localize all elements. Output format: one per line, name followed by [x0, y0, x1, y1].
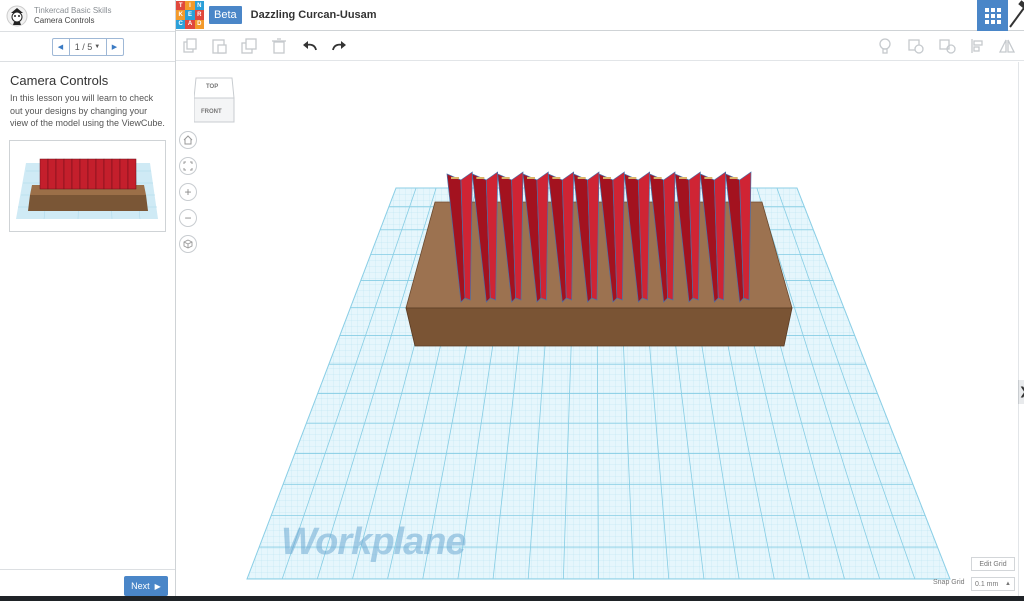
- perspective-button[interactable]: [179, 235, 197, 253]
- duplicate-icon[interactable]: [240, 37, 258, 55]
- next-button-label: Next: [131, 581, 150, 591]
- page-select[interactable]: 1 / 5 ▼: [68, 38, 107, 55]
- undo-icon[interactable]: [301, 37, 319, 55]
- home-view-button[interactable]: [179, 131, 197, 149]
- lesson-panel: Tinkercad Basic Skills Camera Controls ◀…: [0, 0, 176, 601]
- build-tools-button[interactable]: [1008, 0, 1024, 31]
- chevron-left-icon: ◀: [57, 43, 64, 51]
- snap-grid-select[interactable]: 0.1 mm ▲: [971, 577, 1015, 591]
- workplane-canvas[interactable]: TOP FRONT + − Workplane: [177, 62, 1018, 601]
- thumbnail-image: [16, 158, 158, 219]
- logo-letter: C: [176, 19, 186, 29]
- fit-all-icon: [183, 161, 193, 171]
- zoom-in-button[interactable]: +: [179, 183, 197, 201]
- lesson-step-title: Camera Controls: [34, 15, 95, 25]
- toolbar: [176, 32, 1024, 61]
- expand-panel-tab[interactable]: ❯: [1018, 380, 1024, 404]
- logo-letter: R: [194, 10, 204, 20]
- logo-letter: K: [176, 10, 186, 20]
- next-page-button[interactable]: ▶: [107, 39, 123, 55]
- lesson-description: In this lesson you will learn to check o…: [10, 93, 165, 128]
- lightbulb-icon[interactable]: [876, 37, 894, 55]
- pager-control: ◀ 1 / 5 ▼ ▶: [51, 37, 124, 56]
- logo-letter: E: [185, 10, 195, 20]
- fit-view-button[interactable]: [179, 157, 197, 175]
- logo-letter: I: [185, 1, 195, 11]
- align-icon[interactable]: [969, 37, 987, 55]
- logo-letter: N: [194, 1, 204, 11]
- course-title: Tinkercad Basic Skills: [34, 5, 112, 15]
- zoom-out-button[interactable]: −: [179, 209, 197, 227]
- minus-icon: −: [184, 211, 192, 225]
- home-icon: [183, 135, 193, 145]
- caret-up-down-icon: ▲: [1005, 581, 1011, 587]
- avatar: [6, 5, 28, 26]
- top-bar: TINKERCAD Beta Dazzling Curcan-Uusam: [176, 0, 1024, 31]
- viewcube-top-label: TOP: [206, 84, 219, 90]
- lesson-header: Tinkercad Basic Skills Camera Controls: [0, 0, 175, 32]
- logo-letter: D: [194, 19, 204, 29]
- right-panel-edge: ❯: [1018, 62, 1024, 601]
- logo-letter: A: [185, 19, 195, 29]
- taskbar-strip: [0, 596, 1024, 601]
- tinkercad-logo[interactable]: TINKERCAD: [176, 1, 204, 29]
- caret-down-icon: ▼: [94, 43, 101, 50]
- lesson-pager: ◀ 1 / 5 ▼ ▶: [0, 32, 175, 62]
- edit-grid-button[interactable]: Edit Grid: [971, 557, 1015, 571]
- beta-badge: Beta: [209, 6, 242, 24]
- paste-icon[interactable]: [210, 37, 228, 55]
- next-button[interactable]: Next ▶: [124, 576, 168, 596]
- perspective-cube-icon: [183, 239, 193, 249]
- ungroup-icon[interactable]: [938, 37, 956, 55]
- mirror-icon[interactable]: [998, 37, 1016, 55]
- chevron-right-icon: ▶: [154, 581, 161, 591]
- prev-page-button[interactable]: ◀: [53, 39, 69, 55]
- hammer-icon: [1009, 0, 1024, 28]
- snap-grid-label: Snap Grid: [933, 579, 965, 586]
- grid-icon: [984, 7, 1001, 24]
- delete-icon[interactable]: [270, 37, 288, 55]
- design-name[interactable]: Dazzling Curcan-Uusam: [251, 9, 377, 21]
- copy-icon[interactable]: [181, 37, 199, 55]
- plus-icon: +: [184, 185, 192, 199]
- viewcube-front-label: FRONT: [201, 109, 222, 115]
- page-indicator: 1 / 5: [74, 41, 93, 52]
- grid-view-button[interactable]: [977, 0, 1008, 31]
- logo-letter: T: [176, 1, 186, 11]
- viewcube[interactable]: TOP FRONT: [193, 76, 236, 124]
- redo-icon[interactable]: [330, 37, 348, 55]
- lesson-heading: Camera Controls: [10, 73, 109, 88]
- group-icon[interactable]: [907, 37, 925, 55]
- lesson-thumbnail: [9, 139, 166, 232]
- chevron-right-icon: ▶: [111, 43, 118, 51]
- snap-grid-value: 0.1 mm: [975, 580, 999, 588]
- workplane-label: Workplane: [281, 521, 467, 563]
